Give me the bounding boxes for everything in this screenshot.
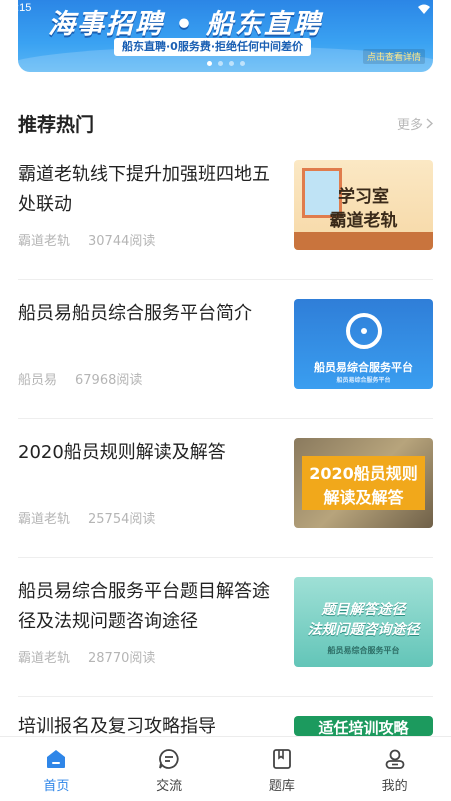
article-author: 霸道老轨 bbox=[18, 234, 71, 249]
article-title: 培训报名及复习攻略指导 bbox=[18, 716, 216, 736]
tab-home[interactable]: 首页 bbox=[0, 737, 113, 801]
tab-profile[interactable]: 我的 bbox=[338, 737, 451, 801]
article-title: 霸道老轨线下提升加强班四地五处联动 bbox=[18, 164, 270, 215]
thumb-line-2: 船员易综合服务平台 bbox=[336, 377, 391, 384]
thumb-line-2: 霸道老轨 bbox=[329, 211, 398, 231]
article-meta: 霸道老轨 30744阅读 bbox=[18, 230, 155, 249]
thumb-line-1: 学习室 bbox=[338, 187, 389, 207]
thumb-line-2: 法规问题咨询途径 bbox=[307, 622, 420, 638]
profile-icon bbox=[385, 749, 405, 769]
banner-pagination bbox=[18, 61, 433, 66]
list-item[interactable]: 2020船员规则解读及解答 霸道老轨 25754阅读 2020船员规则 解读及解… bbox=[18, 438, 433, 558]
article-author: 霸道老轨 bbox=[18, 651, 71, 666]
thumb-line-1: 题目解答途径 bbox=[321, 602, 406, 618]
thumb-line-1: 适任培训攻略 bbox=[318, 719, 409, 736]
article-title: 船员易综合服务平台题目解答途径及法规问题咨询途径 bbox=[18, 581, 270, 632]
article-thumbnail: 题目解答途径 法规问题咨询途径 船员易综合服务平台 bbox=[294, 577, 433, 667]
list-item[interactable]: 船员易综合服务平台题目解答途径及法规问题咨询途径 霸道老轨 28770阅读 题目… bbox=[18, 577, 433, 697]
thumb-line-3: 船员易综合服务平台 bbox=[327, 646, 400, 655]
battery-icon bbox=[435, 3, 443, 15]
status-icons bbox=[418, 3, 443, 15]
home-icon bbox=[47, 750, 66, 768]
article-thumbnail: 适任培训攻略 bbox=[294, 716, 433, 736]
tab-chat[interactable]: 交流 bbox=[113, 737, 226, 801]
banner-dot-4[interactable] bbox=[239, 61, 245, 66]
article-author: 船员易 bbox=[18, 373, 58, 388]
thumb-line-1: 船员易综合服务平台 bbox=[314, 361, 413, 374]
article-reads: 67968阅读 bbox=[75, 373, 143, 388]
tab-label: 交流 bbox=[156, 779, 183, 794]
chat-icon bbox=[159, 749, 179, 769]
article-thumbnail: 船员易综合服务平台 船员易综合服务平台 bbox=[294, 299, 433, 389]
more-label: 更多 bbox=[396, 118, 423, 133]
banner-dot-3[interactable] bbox=[228, 61, 234, 66]
status-time: 3:15 bbox=[10, 2, 32, 14]
more-link[interactable]: 更多 bbox=[397, 114, 433, 133]
question-bank-icon bbox=[272, 749, 291, 769]
article-thumbnail: 学习室 霸道老轨 bbox=[294, 160, 433, 250]
article-thumbnail: 2020船员规则 解读及解答 bbox=[294, 438, 433, 528]
bookshelf-illustration bbox=[294, 232, 433, 250]
article-title: 2020船员规则解读及解答 bbox=[18, 442, 226, 463]
tab-label: 题库 bbox=[268, 779, 295, 794]
wifi-icon bbox=[418, 4, 430, 14]
article-reads: 25754阅读 bbox=[88, 512, 156, 527]
bottom-tab-bar: 首页 交流 题库 我的 bbox=[0, 736, 451, 801]
section-header: 推荐热门 更多 bbox=[18, 110, 433, 136]
tab-label: 首页 bbox=[43, 779, 70, 794]
tab-label: 我的 bbox=[381, 779, 408, 794]
status-bar: 3:15 bbox=[0, 0, 451, 20]
article-meta: 船员易 67968阅读 bbox=[18, 369, 142, 388]
article-meta: 霸道老轨 25754阅读 bbox=[18, 508, 155, 527]
tab-question-bank[interactable]: 题库 bbox=[226, 737, 339, 801]
chevron-right-icon bbox=[426, 118, 433, 129]
article-title: 船员易船员综合服务平台简介 bbox=[18, 303, 252, 324]
article-reads: 28770阅读 bbox=[88, 651, 156, 666]
list-item[interactable]: 船员易船员综合服务平台简介 船员易 67968阅读 船员易综合服务平台 船员易综… bbox=[18, 299, 433, 419]
article-reads: 30744阅读 bbox=[88, 234, 156, 249]
article-meta: 霸道老轨 28770阅读 bbox=[18, 647, 155, 666]
thumb-line-1: 2020船员规则 bbox=[309, 464, 418, 483]
section-title: 推荐热门 bbox=[18, 114, 95, 136]
ship-wheel-icon bbox=[346, 313, 382, 349]
list-item[interactable]: 霸道老轨线下提升加强班四地五处联动 霸道老轨 30744阅读 学习室 霸道老轨 bbox=[18, 160, 433, 280]
list-item[interactable]: 培训报名及复习攻略指导 适任培训攻略 bbox=[18, 716, 433, 736]
banner-dot-1[interactable] bbox=[206, 61, 212, 66]
banner-subline: 船东直聘·0服务费·拒绝任何中间差价 bbox=[114, 38, 312, 56]
banner-dot-2[interactable] bbox=[217, 61, 223, 66]
article-author: 霸道老轨 bbox=[18, 512, 71, 527]
thumb-line-2: 解读及解答 bbox=[323, 488, 404, 507]
